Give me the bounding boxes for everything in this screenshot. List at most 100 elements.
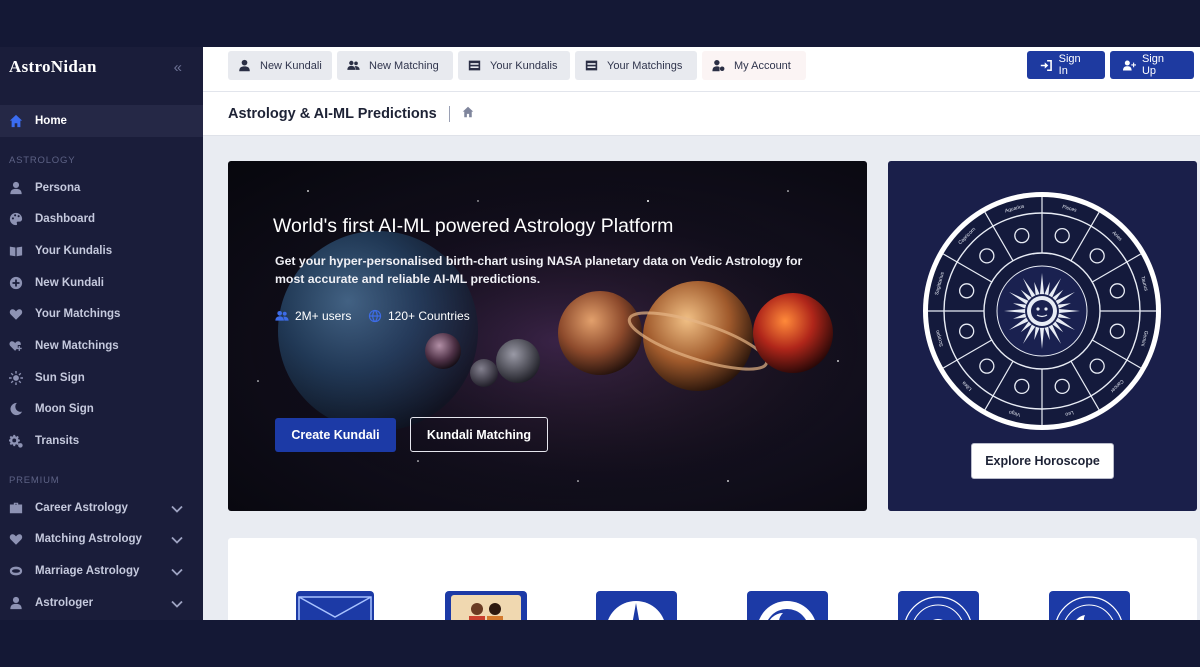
features-strip — [228, 538, 1197, 620]
sidebar-item-label: Astrologer — [35, 596, 94, 609]
chevron-down-icon[interactable] — [171, 504, 183, 513]
create-kundali-button[interactable]: Create Kundali — [275, 418, 396, 452]
moon-sign-feature-tile[interactable] — [747, 591, 828, 620]
sun-sign-feature-tile[interactable] — [898, 591, 979, 620]
sidebar-item-your-matchings[interactable]: Your Matchings — [0, 298, 203, 330]
palette-icon — [9, 212, 23, 226]
book-icon — [9, 244, 23, 258]
new-kundali-label: New Kundali — [260, 59, 322, 72]
sidebar-item-label: Your Matchings — [35, 308, 121, 321]
sidebar-item-astrologer[interactable]: Astrologer — [0, 587, 203, 619]
hero-description: Get your hyper-personalised birth-chart … — [275, 254, 803, 286]
compass-icon — [608, 601, 664, 620]
horoscope-card: Pisces Aries Taurus Gemini Cancer Leo Virgo Lib… — [888, 161, 1197, 511]
sidebar-item-label: New Matchings — [35, 339, 119, 352]
new-matching-button[interactable]: New Matching — [337, 51, 453, 80]
brand-logo[interactable]: AstroNidan — [9, 57, 97, 77]
moon-zodiac-feature-tile[interactable] — [1049, 591, 1130, 620]
users-stat-label: 2M+ users — [295, 309, 352, 323]
home-icon[interactable] — [462, 105, 474, 123]
sign-in-icon — [1040, 59, 1052, 71]
envelope-icon — [298, 596, 372, 620]
heart-icon — [9, 532, 23, 546]
table-icon — [468, 60, 481, 71]
section-title-premium: PREMIUM — [9, 474, 60, 486]
my-account-label: My Account — [734, 59, 791, 72]
page-title: Astrology & AI-ML Predictions — [228, 105, 437, 122]
sidebar-item-label: Transits — [35, 435, 80, 448]
zodiac-wheel-image: PiscesAriesTaurusGeminiCancerLeoVirgoLib… — [923, 192, 1161, 430]
your-matchings-button[interactable]: Your Matchings — [575, 51, 697, 80]
double-chevron-left-icon[interactable]: « — [174, 59, 182, 76]
sidebar-item-label: Home — [35, 114, 67, 127]
breadcrumb: Astrology & AI-ML Predictions — [203, 92, 1200, 136]
sidebar-item-transits[interactable]: Transits — [0, 425, 203, 457]
sidebar-item-label: Career Astrology — [35, 501, 128, 514]
sidebar-item-label: Dashboard — [35, 213, 96, 226]
user-tie-icon — [9, 596, 23, 610]
hero-title: World's first AI-ML powered Astrology Pl… — [273, 215, 674, 237]
sidebar-item-dashboard[interactable]: Dashboard — [0, 203, 203, 235]
sidebar-item-label: Persona — [35, 181, 81, 194]
your-kundalis-button[interactable]: Your Kundalis — [458, 51, 570, 80]
my-account-button[interactable]: My Account — [702, 51, 806, 80]
kundali-feature-tile[interactable] — [296, 591, 374, 620]
user-icon — [239, 59, 250, 72]
chevron-down-icon[interactable] — [171, 599, 183, 608]
user-plus-icon — [1123, 59, 1136, 71]
heart-icon — [9, 307, 23, 321]
users-icon — [275, 310, 289, 321]
sidebar-item-sun-sign[interactable]: Sun Sign — [0, 362, 203, 394]
sidebar-item-new-matchings[interactable]: New Matchings — [0, 330, 203, 362]
top-bar: New Kundali New Matching Your Kundalis Y… — [203, 47, 1200, 92]
sun-icon — [9, 370, 23, 385]
chevron-down-icon[interactable] — [171, 535, 183, 545]
users-icon — [347, 60, 360, 70]
countries-stat: 120+ Countries — [368, 309, 470, 323]
kundali-matching-button[interactable]: Kundali Matching — [410, 417, 548, 452]
zodiac-sun-icon — [905, 596, 971, 620]
sidebar-item-moon-sign[interactable]: Moon Sign — [0, 394, 203, 426]
section-title-astrology: ASTROLOGY — [9, 154, 76, 166]
sign-up-button[interactable]: Sign Up — [1110, 51, 1194, 79]
sidebar-item-home[interactable]: Home — [0, 105, 203, 137]
breadcrumb-divider — [448, 105, 450, 122]
sidebar-item-your-kundalis[interactable]: Your Kundalis — [0, 235, 203, 267]
countries-stat-label: 120+ Countries — [388, 309, 470, 323]
space-background — [238, 171, 867, 511]
heart-plus-icon — [9, 339, 23, 353]
sidebar-item-label: Matching Astrology — [35, 533, 142, 546]
sidebar-item-career-astrology[interactable]: Career Astrology — [0, 492, 203, 524]
chevron-down-icon[interactable] — [171, 567, 183, 576]
sidebar-item-label: New Kundali — [35, 276, 105, 289]
home-icon — [9, 114, 23, 128]
sidebar-item-matching-astrology[interactable]: Matching Astrology — [0, 524, 203, 556]
matching-feature-tile[interactable] — [445, 591, 527, 620]
gears-icon — [9, 434, 23, 448]
table-icon — [585, 60, 598, 71]
explore-horoscope-button[interactable]: Explore Horoscope — [971, 443, 1114, 479]
sidebar-item-label: Your Kundalis — [35, 244, 113, 257]
briefcase-icon — [9, 501, 23, 515]
sidebar-item-label: Marriage Astrology — [35, 565, 140, 578]
sign-in-button[interactable]: Sign In — [1027, 51, 1105, 79]
sidebar: AstroNidan « Home ASTROLOGY Persona Dash… — [0, 47, 203, 620]
sign-in-label: Sign In — [1058, 53, 1081, 77]
sign-up-label: Sign Up — [1141, 53, 1164, 77]
compass-feature-tile[interactable] — [596, 591, 677, 620]
moon-icon — [9, 402, 23, 416]
user-cog-icon — [712, 59, 725, 72]
your-matchings-label: Your Matchings — [607, 59, 683, 72]
ring-icon — [9, 564, 23, 578]
hero-banner: World's first AI-ML powered Astrology Pl… — [228, 161, 867, 511]
new-kundali-button[interactable]: New Kundali — [228, 51, 332, 80]
sidebar-item-new-kundali[interactable]: New Kundali — [0, 267, 203, 299]
couple-icon — [451, 595, 521, 620]
moon-orb-icon — [759, 601, 815, 620]
plus-circle-icon — [9, 276, 23, 290]
sidebar-item-marriage-astrology[interactable]: Marriage Astrology — [0, 555, 203, 587]
sidebar-item-label: Moon Sign — [35, 403, 94, 416]
new-matching-label: New Matching — [369, 59, 439, 72]
sidebar-item-persona[interactable]: Persona — [0, 172, 203, 204]
sidebar-item-label: Sun Sign — [35, 371, 85, 384]
